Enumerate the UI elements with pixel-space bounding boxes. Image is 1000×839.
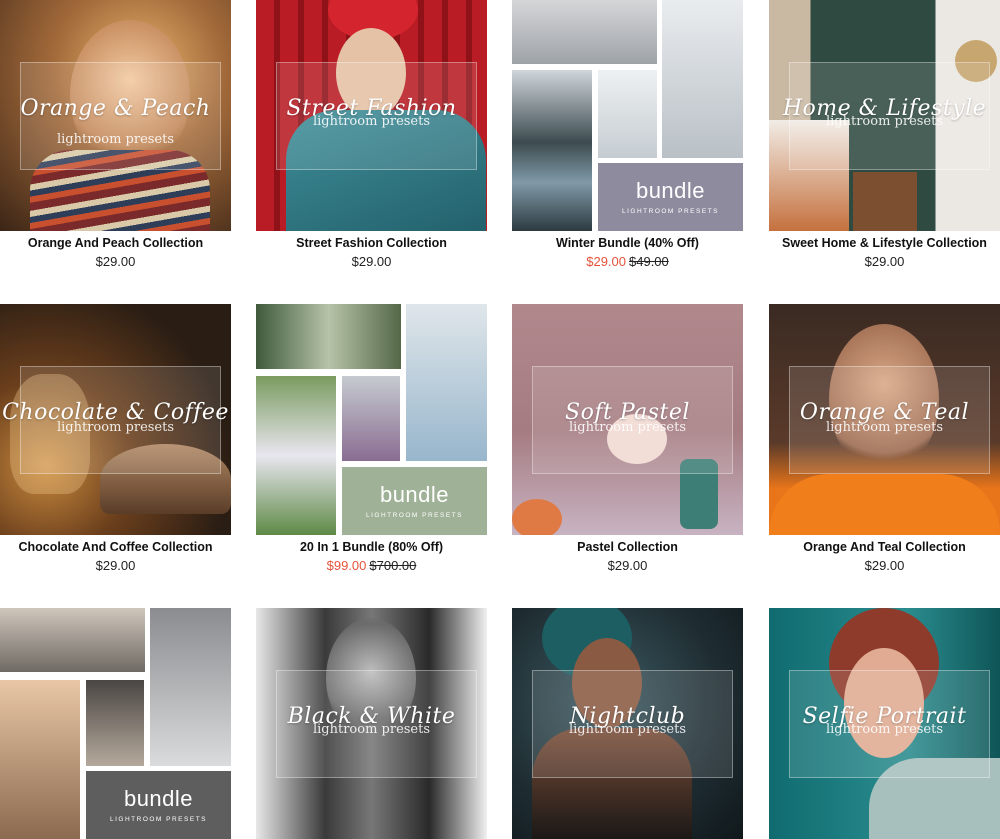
product-image[interactable]: Selfie Portrait lightroom presets [769,608,1000,839]
nightstand [853,172,917,231]
product-card-20in1-bundle[interactable]: bundle LIGHTROOM PRESETS 20 In 1 Bundle … [256,304,487,573]
product-image[interactable]: Orange & Peach lightroom presets [0,0,231,231]
collage-photo-couple [256,304,401,369]
overlay-subtitle: lightroom presets [56,132,175,147]
original-price: $700.00 [369,558,417,573]
bundle-tile: bundle LIGHTROOM PRESETS [86,771,231,839]
product-image[interactable]: Soft Pastel lightroom presets [512,304,743,535]
product-title[interactable]: 20 In 1 Bundle (80% Off) [246,540,497,554]
bundle-tile: bundle LIGHTROOM PRESETS [342,467,487,535]
product-price: $29.00 [864,558,905,573]
product-image[interactable]: Nightclub lightroom presets [512,608,743,839]
product-price: $29.00 [95,254,136,269]
product-card-selfie-portrait[interactable]: Selfie Portrait lightroom presets [769,608,1000,839]
product-price: $99.00 $700.00 [256,558,487,574]
product-card-pastel[interactable]: Soft Pastel lightroom presets Pastel Col… [512,304,743,573]
peach-fruit [512,499,562,535]
product-price: $29.00 [95,558,136,573]
collage-photo-couple-sunset [0,680,80,839]
product-card-orange-peach[interactable]: Orange & Peach lightroom presets Orange … [0,0,231,269]
product-image[interactable]: Black & White lightroom presets [256,608,487,839]
product-image[interactable]: bundle LIGHTROOM PRESETS [512,0,743,231]
sale-price: $99.00 [326,558,367,573]
product-title[interactable]: Orange And Teal Collection [759,540,1000,554]
original-price: $49.00 [629,254,669,269]
collage-photo-bouquet [342,376,400,461]
product-image[interactable]: Street Fashion lightroom presets [256,0,487,231]
bundle-word: bundle [635,177,706,203]
product-card-street-fashion[interactable]: Street Fashion lightroom presets Street … [256,0,487,269]
product-card-nightclub[interactable]: Nightclub lightroom presets [512,608,743,839]
bundle-tile: bundle LIGHTROOM PRESETS [598,163,743,231]
product-price: $29.00 $49.00 [512,254,743,270]
product-card-winter-bundle[interactable]: bundle LIGHTROOM PRESETS Winter Bundle (… [512,0,743,269]
overlay-title: Orange & Peach [20,96,211,121]
product-price: $29.00 [351,254,392,269]
product-image[interactable]: bundle LIGHTROOM PRESETS [0,608,231,839]
collage-photo-cabin [512,70,592,231]
collage-photo-branches [512,0,657,64]
product-title[interactable]: Chocolate And Coffee Collection [0,540,241,554]
bundle-subtitle: LIGHTROOM PRESETS [621,207,719,215]
bundle-word: bundle [379,481,450,507]
collage-photo-snow-walker [598,70,657,158]
product-card-chocolate-coffee[interactable]: Chocolate & Coffee lightroom presets Cho… [0,304,231,573]
product-image[interactable]: Home & Lifestyle lightroom presets [769,0,1000,231]
product-card-home-lifestyle[interactable]: Home & Lifestyle lightroom presets Sweet… [769,0,1000,269]
bundle-word: bundle [123,785,194,811]
collage-photo-bride [256,376,336,535]
overlay-subtitle: lightroom presets [825,722,944,737]
overlay-subtitle: lightroom presets [568,420,687,435]
collage-photo-woman-reading [86,680,144,766]
product-price: $29.00 [864,254,905,269]
product-card-travel-bundle[interactable]: bundle LIGHTROOM PRESETS [0,608,231,839]
collage-photo-dancer [150,608,231,766]
overlay-subtitle: lightroom presets [825,420,944,435]
overlay-subtitle: lightroom presets [56,420,175,435]
overlay-subtitle: lightroom presets [825,114,944,129]
product-title[interactable]: Orange And Peach Collection [0,236,241,250]
product-price: $29.00 [607,558,648,573]
overlay-subtitle: lightroom presets [568,722,687,737]
product-image[interactable]: Orange & Teal lightroom presets [769,304,1000,535]
overlay-subtitle: lightroom presets [312,722,431,737]
product-card-orange-teal[interactable]: Orange & Teal lightroom presets Orange A… [769,304,1000,573]
sale-price: $29.00 [586,254,626,269]
bundle-subtitle: LIGHTROOM PRESETS [109,815,207,823]
product-title[interactable]: Winter Bundle (40% Off) [502,236,753,250]
collage-photo-blue-dress [406,304,487,461]
product-title[interactable]: Pastel Collection [502,540,753,554]
product-image[interactable]: bundle LIGHTROOM PRESETS [256,304,487,535]
bundle-subtitle: LIGHTROOM PRESETS [365,511,463,519]
collage-photo-bridge [662,0,743,158]
product-card-black-white[interactable]: Black & White lightroom presets [256,608,487,839]
collage-photo-cliff [0,608,145,672]
overlay-subtitle: lightroom presets [312,114,431,129]
product-title[interactable]: Street Fashion Collection [246,236,497,250]
product-image[interactable]: Chocolate & Coffee lightroom presets [0,304,231,535]
product-title[interactable]: Sweet Home & Lifestyle Collection [759,236,1000,250]
orange-sweater [769,474,1000,535]
